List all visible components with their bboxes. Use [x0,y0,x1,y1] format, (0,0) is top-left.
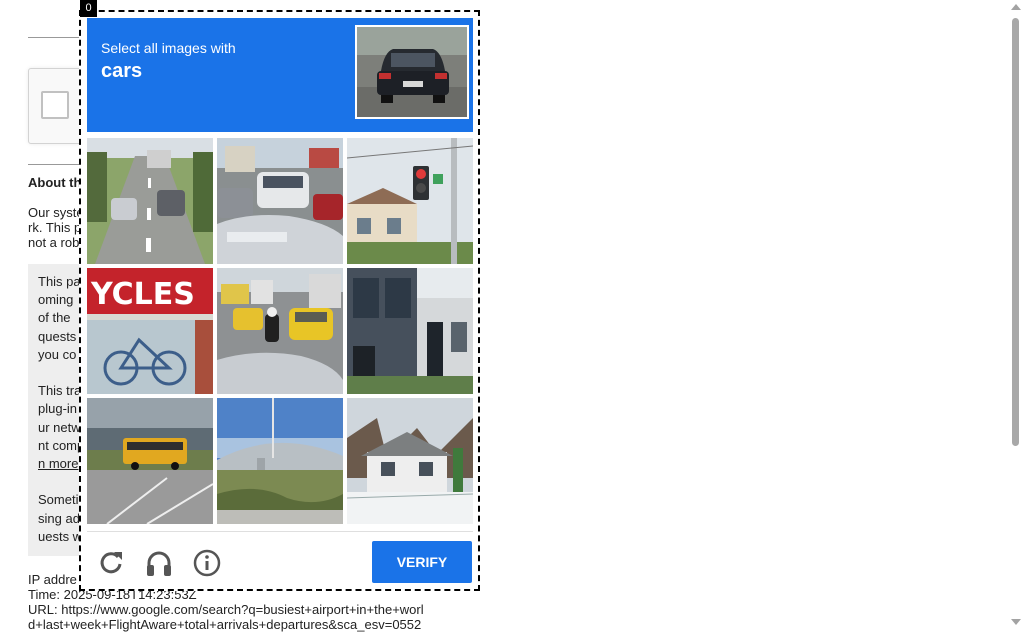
headphones-icon[interactable] [144,548,174,578]
recaptcha-checkbox[interactable] [41,91,69,119]
reload-icon[interactable] [96,548,126,578]
url-text: d+last+week+FlightAware+total+arrivals+d… [28,617,422,632]
image-tile-taxi-traffic[interactable] [217,268,343,394]
scroll-down-arrow-icon[interactable] [1011,619,1021,625]
ip-address-text: IP addre [28,572,77,587]
image-challenge-dialog: Select all images with cars YCLES VERIFY [79,10,480,591]
page-scrollbar[interactable] [1007,0,1024,629]
scroll-up-arrow-icon[interactable] [1011,4,1021,10]
element-index-badge: 0 [80,0,97,17]
image-tile-bridge-landscape[interactable] [217,398,343,524]
image-tile-snowy-house[interactable] [347,398,473,524]
sample-image-car-rear [355,25,469,119]
about-heading: About th [28,175,82,190]
image-tile-parked-cars[interactable] [217,138,343,264]
info-icon[interactable] [192,548,222,578]
about-line: Our syste [28,205,84,220]
about-line: not a rob [28,235,80,250]
image-tile-traffic-light[interactable] [347,138,473,264]
image-tile-road-with-cars[interactable] [87,138,213,264]
url-text: URL: https://www.google.com/search?q=bus… [28,602,424,617]
challenge-instruction: Select all images with [101,40,236,56]
verify-button[interactable]: VERIFY [372,541,472,583]
svg-text:YCLES: YCLES [90,277,195,312]
image-tile-school-bus[interactable] [87,398,213,524]
footer-divider [87,531,473,532]
about-line: rk. This p [28,220,82,235]
challenge-image-grid: YCLES [87,138,473,524]
challenge-target-object: cars [101,60,143,82]
image-tile-building-facade[interactable] [347,268,473,394]
scroll-thumb[interactable] [1012,18,1019,446]
challenge-header: Select all images with cars [87,18,473,132]
image-tile-cycles-storefront[interactable]: YCLES [87,268,213,394]
